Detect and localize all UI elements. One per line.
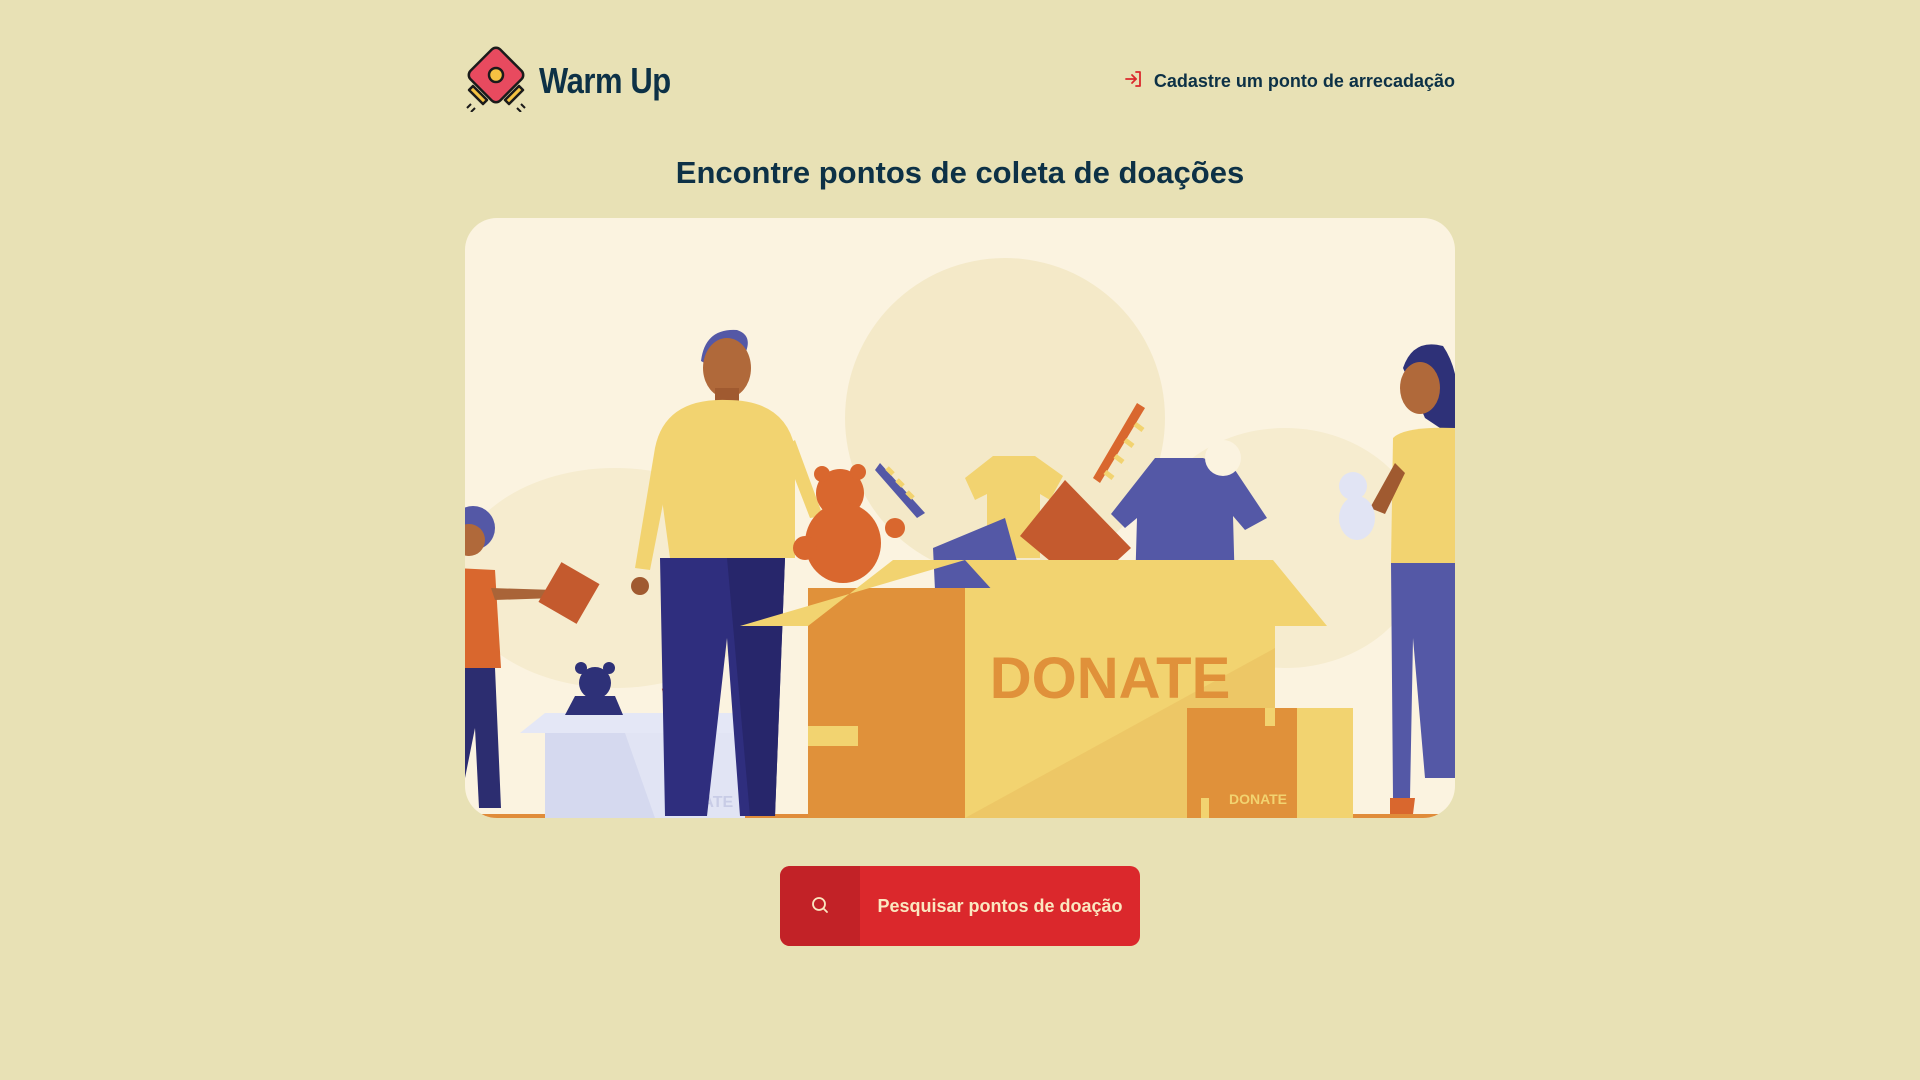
logo[interactable]: Warm Up: [465, 46, 692, 117]
hero-illustration: DONATE DONATE: [465, 218, 1455, 818]
header: Warm Up Cadastre um ponto de arrecadação: [465, 46, 1455, 116]
sign-in-icon: [1124, 69, 1144, 94]
svg-text:DONATE: DONATE: [1229, 791, 1287, 807]
search-icon-box: [780, 866, 860, 946]
search-donation-points-button[interactable]: Pesquisar pontos de doação: [780, 866, 1140, 946]
register-collection-point-link[interactable]: Cadastre um ponto de arrecadação: [1124, 69, 1455, 94]
scarf-logo-icon: [465, 46, 527, 117]
search-button-label: Pesquisar pontos de doação: [877, 895, 1123, 916]
page-title: Encontre pontos de coleta de doações: [675, 155, 1245, 190]
small-donate-box: DONATE: [1187, 708, 1353, 818]
search-icon: [810, 895, 830, 918]
register-link-label: Cadastre um ponto de arrecadação: [1153, 70, 1455, 91]
app-name: Warm Up: [539, 60, 671, 101]
svg-text:DONATE: DONATE: [990, 646, 1231, 711]
